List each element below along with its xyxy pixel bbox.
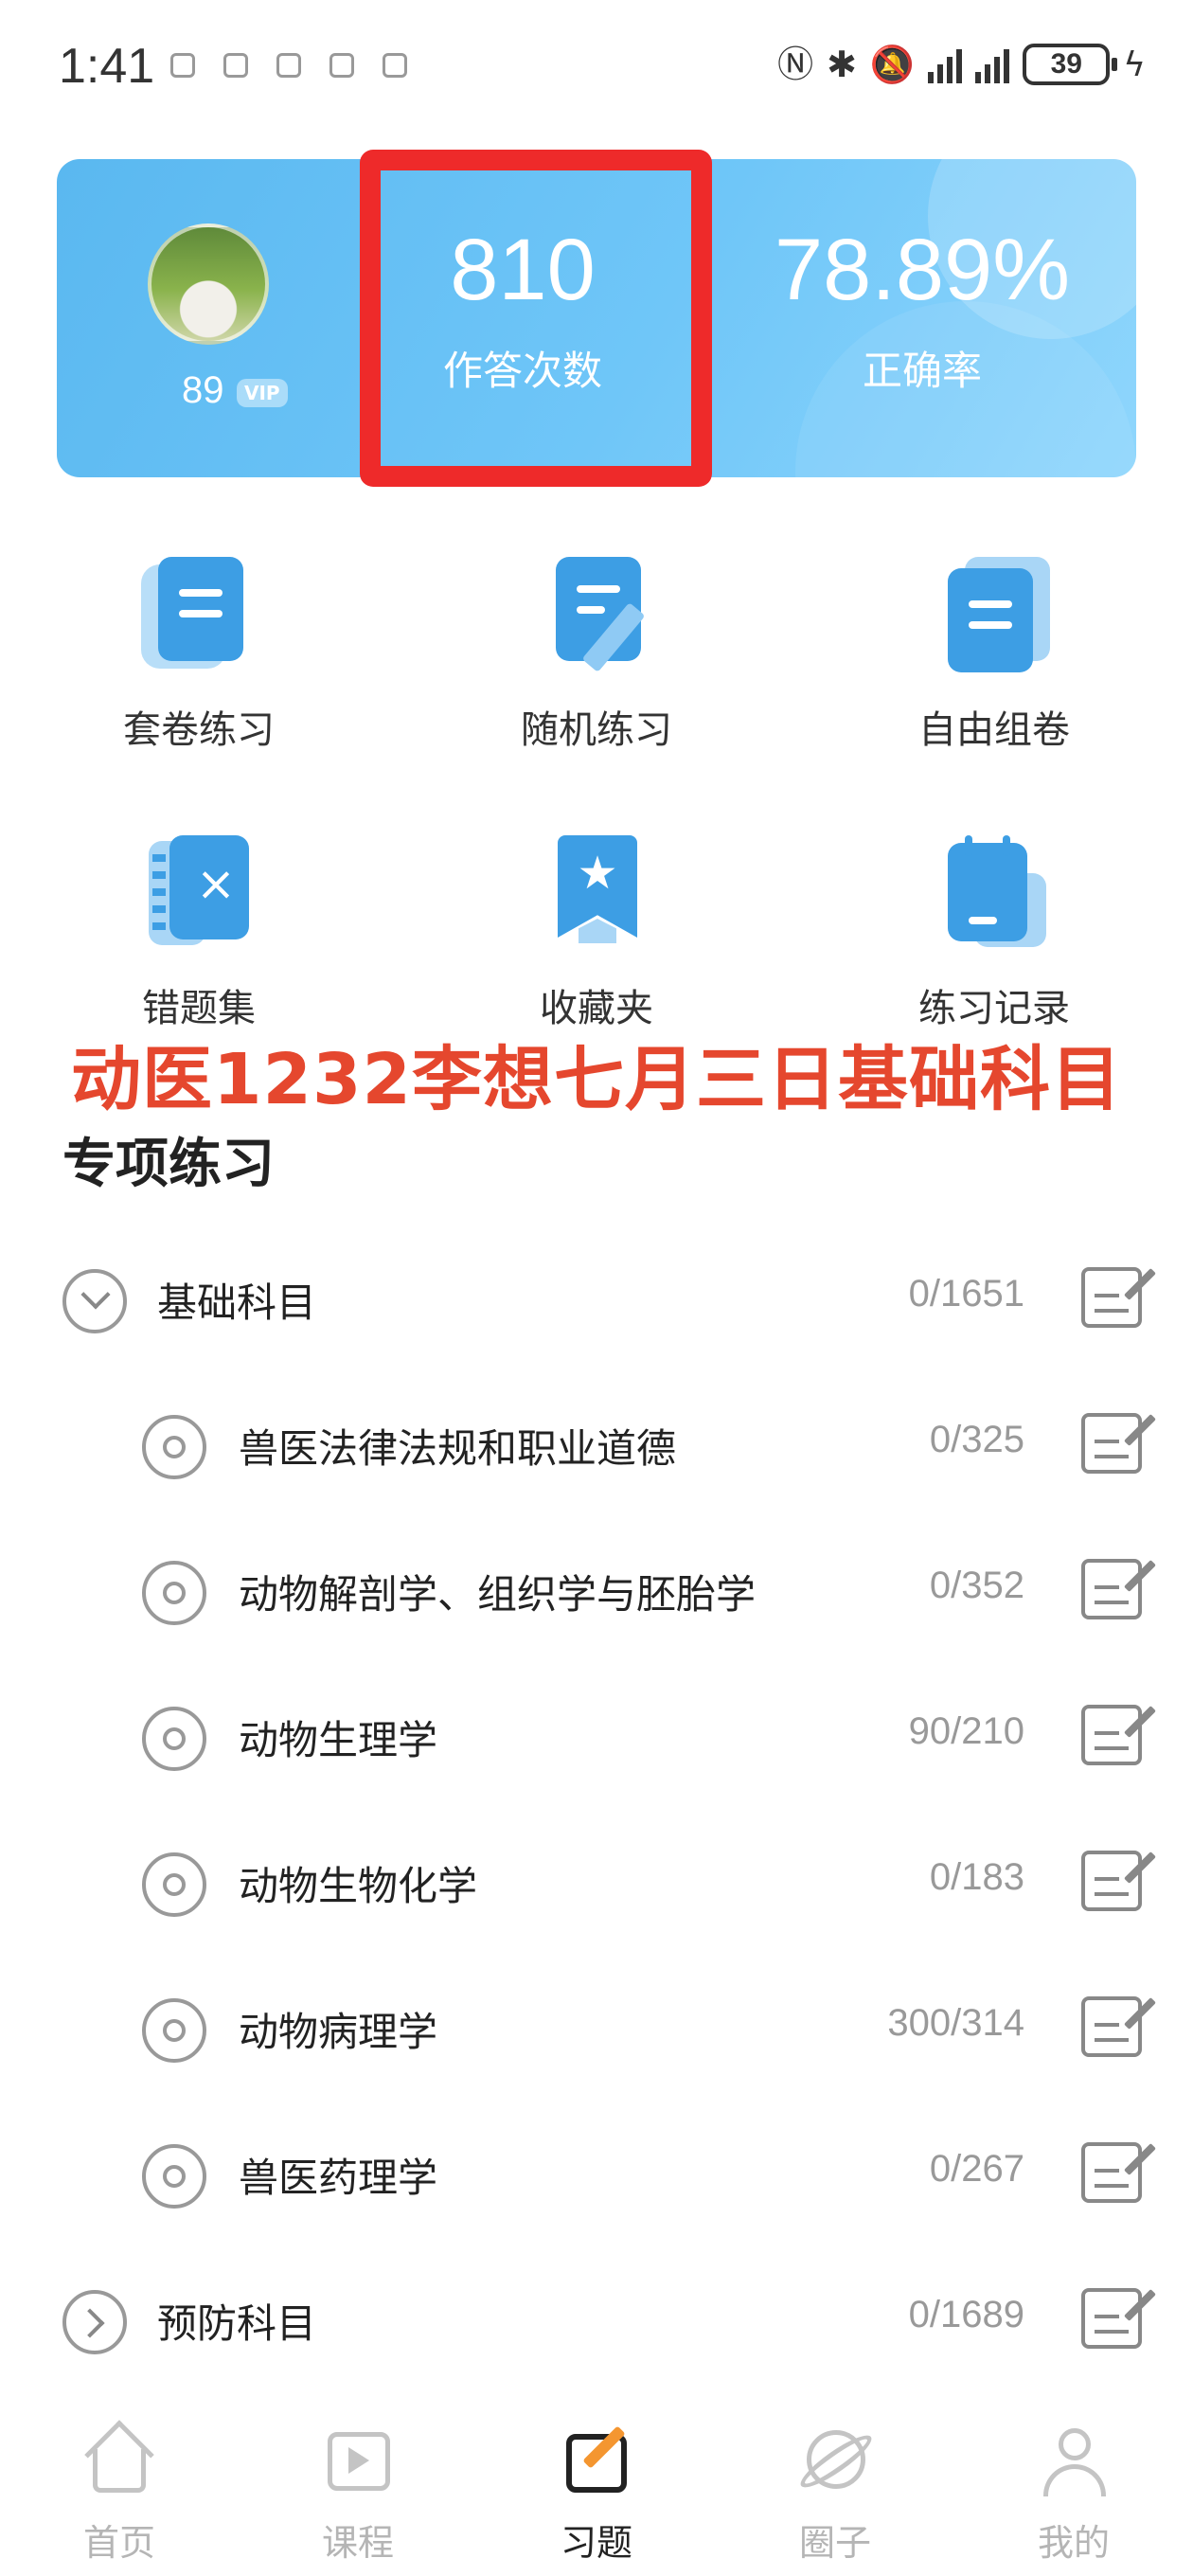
nav-label: 我的: [1037, 2522, 1110, 2564]
notebook-x-icon: ×: [147, 835, 251, 949]
list-item-count: 90/210: [908, 1710, 1024, 1752]
vip-badge: VIP: [237, 379, 288, 407]
edit-icon[interactable]: [1081, 1413, 1156, 1474]
list-item-prevention-subjects[interactable]: 预防科目 0/1689: [0, 2252, 1193, 2394]
app-icon: [383, 53, 407, 78]
list-item-count: 0/325: [929, 1419, 1024, 1460]
stacked-doc-icon: [942, 557, 1050, 672]
list-item-count: 300/314: [887, 2002, 1024, 2044]
list-item-label: 预防科目: [157, 2300, 317, 2347]
edit-icon[interactable]: [1081, 1705, 1156, 1765]
list-item-count: 0/1651: [908, 1273, 1024, 1315]
target-icon: [142, 1561, 206, 1625]
bookmark-star-icon: ★: [544, 835, 649, 949]
signal-icon: [928, 45, 963, 83]
nav-label: 习题: [560, 2522, 632, 2564]
list-item-count: 0/1689: [908, 2294, 1024, 2335]
overlay-caption: 动医1232李想七月三日基础科目: [71, 1039, 1122, 1120]
accuracy-label: 正确率: [862, 348, 982, 394]
list-item-label: 兽医药理学: [239, 2155, 438, 2201]
bottom-nav: 首页 课程 习题 圈子 我的: [0, 2406, 1193, 2576]
grid-item-label: 自由组卷: [918, 708, 1070, 752]
section-title: 专项练习: [62, 1134, 275, 1195]
edit-icon[interactable]: [1081, 2142, 1156, 2203]
app-icon: [223, 53, 248, 78]
nav-label: 首页: [82, 2522, 155, 2564]
target-icon: [142, 1415, 206, 1479]
list-item[interactable]: 兽医药理学 0/267: [0, 2106, 1193, 2248]
grid-item-random-practice[interactable]: 随机练习: [398, 557, 795, 754]
doc-pen-icon: [544, 557, 649, 672]
grid-item-practice-history[interactable]: 练习记录: [795, 835, 1193, 1032]
app-icon: [170, 53, 195, 78]
nav-item-profile[interactable]: 我的: [954, 2426, 1193, 2566]
list-item-count: 0/352: [929, 1565, 1024, 1606]
expand-chevron-icon[interactable]: [62, 2290, 127, 2354]
list-item-count: 0/267: [929, 2148, 1024, 2190]
nav-item-home[interactable]: 首页: [0, 2420, 239, 2566]
signal-icon: [975, 45, 1010, 83]
charging-icon: ϟ: [1123, 45, 1146, 84]
system-status: Ⓝ ✱ 🔕 39 ϟ: [777, 44, 1146, 85]
app-icon: [329, 53, 354, 78]
grid-item-custom-paper[interactable]: 自由组卷: [795, 557, 1193, 754]
user-score: 89: [182, 369, 224, 411]
battery-icon: 39: [1023, 44, 1118, 85]
scroll-doc-icon: [141, 557, 251, 671]
target-icon: [142, 1852, 206, 1917]
accuracy-value: 78.89%: [774, 222, 1071, 318]
list-item[interactable]: 兽医法律法规和职业道德 0/325: [0, 1377, 1193, 1519]
highlight-box: [360, 150, 712, 487]
edit-icon[interactable]: [1081, 1267, 1156, 1328]
avatar[interactable]: [148, 224, 269, 345]
status-bar: 1:41 Ⓝ ✱ 🔕 39 ϟ: [0, 0, 1193, 142]
notification-icons: [170, 53, 407, 78]
list-item[interactable]: 动物生理学 90/210: [0, 1669, 1193, 1811]
list-item-label: 动物病理学: [239, 2009, 438, 2055]
nav-label: 圈子: [798, 2522, 871, 2564]
nav-item-exercises[interactable]: 习题: [477, 2425, 716, 2566]
app-icon: [276, 53, 301, 78]
status-time: 1:41: [59, 39, 155, 94]
calendar-icon: [942, 835, 1046, 949]
edit-icon[interactable]: [1081, 1559, 1156, 1619]
accuracy-stat[interactable]: 78.89% 正确率: [771, 218, 1074, 397]
grid-item-paper-practice[interactable]: 套卷练习: [0, 557, 398, 754]
grid-item-favorites[interactable]: ★ 收藏夹: [398, 835, 795, 1032]
edit-icon[interactable]: [1081, 1996, 1156, 2057]
exercise-edit-icon: [561, 2425, 632, 2495]
grid-item-label: 套卷练习: [123, 708, 275, 752]
nav-item-courses[interactable]: 课程: [239, 2426, 477, 2566]
bluetooth-icon: ✱: [827, 44, 857, 85]
list-item-label: 动物生物化学: [239, 1863, 478, 1909]
mute-icon: 🔕: [869, 44, 916, 85]
target-icon: [142, 2144, 206, 2209]
list-item[interactable]: 动物病理学 300/314: [0, 1960, 1193, 2102]
edit-icon[interactable]: [1081, 1851, 1156, 1911]
list-item[interactable]: 动物解剖学、组织学与胚胎学 0/352: [0, 1523, 1193, 1665]
nav-item-community[interactable]: 圈子: [716, 2426, 954, 2566]
list-item-basic-subjects[interactable]: 基础科目 0/1651: [0, 1231, 1193, 1373]
list-item-label: 基础科目: [157, 1279, 317, 1326]
grid-item-label: 随机练习: [521, 708, 672, 752]
target-icon: [142, 1998, 206, 2063]
nav-label: 课程: [321, 2522, 394, 2564]
course-play-icon: [322, 2426, 394, 2495]
list-item-count: 0/183: [929, 1856, 1024, 1898]
planet-icon: [794, 2426, 878, 2495]
grid-item-wrong-questions[interactable]: × 错题集: [0, 835, 398, 1032]
home-icon: [83, 2420, 155, 2495]
list-item[interactable]: 动物生物化学 0/183: [0, 1815, 1193, 1957]
list-item-label: 动物解剖学、组织学与胚胎学: [239, 1571, 757, 1618]
nfc-icon: Ⓝ: [777, 44, 814, 85]
edit-icon[interactable]: [1081, 2288, 1156, 2349]
target-icon: [142, 1707, 206, 1771]
collapse-chevron-icon[interactable]: [62, 1269, 127, 1333]
list-item-label: 动物生理学: [239, 1717, 438, 1763]
profile-icon: [1038, 2426, 1110, 2496]
list-item-label: 兽医法律法规和职业道德: [239, 1425, 677, 1472]
